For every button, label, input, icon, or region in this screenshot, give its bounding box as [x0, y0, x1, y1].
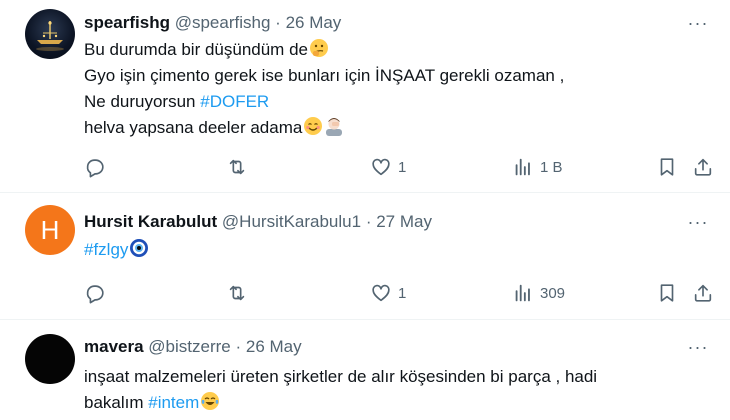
user-handle[interactable]: @bistzerre: [148, 337, 230, 356]
views-chart-icon: [515, 158, 530, 176]
nazar-amulet-emoji: [130, 239, 149, 257]
heart-icon: [372, 284, 390, 302]
share-icon: [694, 158, 712, 176]
views-button[interactable]: 309: [512, 281, 565, 305]
view-count: 309: [540, 284, 566, 302]
hashtag-link[interactable]: #DOFER: [200, 92, 269, 111]
display-name[interactable]: mavera: [84, 337, 144, 356]
view-count: 1 B: [540, 158, 563, 176]
separator-dot: ·: [365, 212, 372, 231]
face-with-tears-of-joy-emoji: [201, 392, 220, 410]
person-facepalming-emoji: [326, 118, 343, 136]
tweet[interactable]: spearfishg @spearfishg · 26 May ··· Bu d…: [0, 0, 730, 192]
avatar[interactable]: [25, 334, 75, 384]
tweet-text: Bu durumda bir düşündüm de Gyo işin çime…: [84, 37, 564, 141]
display-name[interactable]: Hursit Karabulut: [84, 212, 217, 231]
more-options-icon[interactable]: ···: [686, 336, 710, 358]
share-button[interactable]: [692, 281, 714, 305]
views-button[interactable]: 1 B: [512, 155, 563, 179]
bookmark-icon: [660, 284, 674, 302]
smiling-face-emoji: [304, 117, 323, 135]
tweet[interactable]: mavera @bistzerre · 26 May ··· inşaat ma…: [0, 320, 730, 420]
retweet-button[interactable]: [226, 155, 254, 179]
more-options-icon[interactable]: ···: [686, 211, 710, 233]
tweet-date[interactable]: 27 May: [376, 212, 432, 231]
reply-feed: spearfishg @spearfishg · 26 May ··· Bu d…: [0, 0, 730, 420]
reply-button[interactable]: [84, 281, 112, 305]
tweet-line: bakalım #intem: [84, 390, 597, 416]
share-button[interactable]: [692, 155, 714, 179]
like-button[interactable]: 1: [370, 281, 406, 305]
avatar[interactable]: [25, 9, 75, 59]
separator-dot: ·: [235, 337, 242, 356]
avatar[interactable]: H: [25, 205, 75, 255]
share-icon: [694, 284, 712, 302]
tweet-date[interactable]: 26 May: [286, 13, 342, 32]
heart-icon: [372, 158, 390, 176]
night-boat-avatar-image: [36, 21, 64, 51]
thinking-face-emoji: [309, 39, 328, 57]
tweet-text: inşaat malzemeleri üreten şirketler de a…: [84, 364, 597, 416]
like-button[interactable]: 1: [370, 155, 406, 179]
bookmark-icon: [660, 158, 674, 176]
tweet-actions: 1 1 B: [84, 155, 724, 179]
more-options-icon[interactable]: ···: [686, 12, 710, 34]
tweet-actions: 1 309: [84, 281, 724, 305]
tweet-date[interactable]: 26 May: [246, 337, 302, 356]
tweet-line: Ne duruyorsun #DOFER: [84, 92, 270, 111]
tweet-header: mavera @bistzerre · 26 May: [84, 336, 302, 358]
retweet-icon: [229, 159, 245, 175]
like-count: 1: [398, 158, 407, 176]
like-count: 1: [398, 284, 407, 302]
retweet-icon: [229, 285, 245, 301]
bookmark-button[interactable]: [656, 281, 678, 305]
views-chart-icon: [515, 284, 530, 302]
hashtag-link[interactable]: #intem: [148, 393, 199, 412]
tweet-line: #fzlgy: [84, 237, 149, 263]
tweet-line: Gyo işin çimento gerek ise bunları için …: [84, 66, 565, 85]
reply-icon: [86, 159, 104, 178]
separator-dot: ·: [275, 13, 281, 32]
hashtag-link[interactable]: #fzlgy: [84, 240, 128, 259]
tweet[interactable]: H Hursit Karabulut @HursitKarabulu1 · 27…: [0, 193, 730, 319]
display-name[interactable]: spearfishg: [84, 13, 170, 32]
tweet-header: Hursit Karabulut @HursitKarabulu1 · 27 M…: [84, 211, 432, 233]
tweet-text: #fzlgy: [84, 237, 149, 263]
tweet-line: inşaat malzemeleri üreten şirketler de a…: [84, 367, 598, 386]
tweet-line: helva yapsana deeler adama: [84, 115, 564, 141]
tweet-line: Bu durumda bir düşündüm de: [84, 37, 564, 63]
bookmark-button[interactable]: [656, 155, 678, 179]
reply-icon: [86, 285, 104, 304]
reply-button[interactable]: [84, 155, 112, 179]
retweet-button[interactable]: [226, 281, 254, 305]
user-handle[interactable]: @spearfishg: [175, 13, 271, 32]
user-handle[interactable]: @HursitKarabulu1: [222, 212, 361, 231]
tweet-header: spearfishg @spearfishg · 26 May: [84, 12, 341, 34]
